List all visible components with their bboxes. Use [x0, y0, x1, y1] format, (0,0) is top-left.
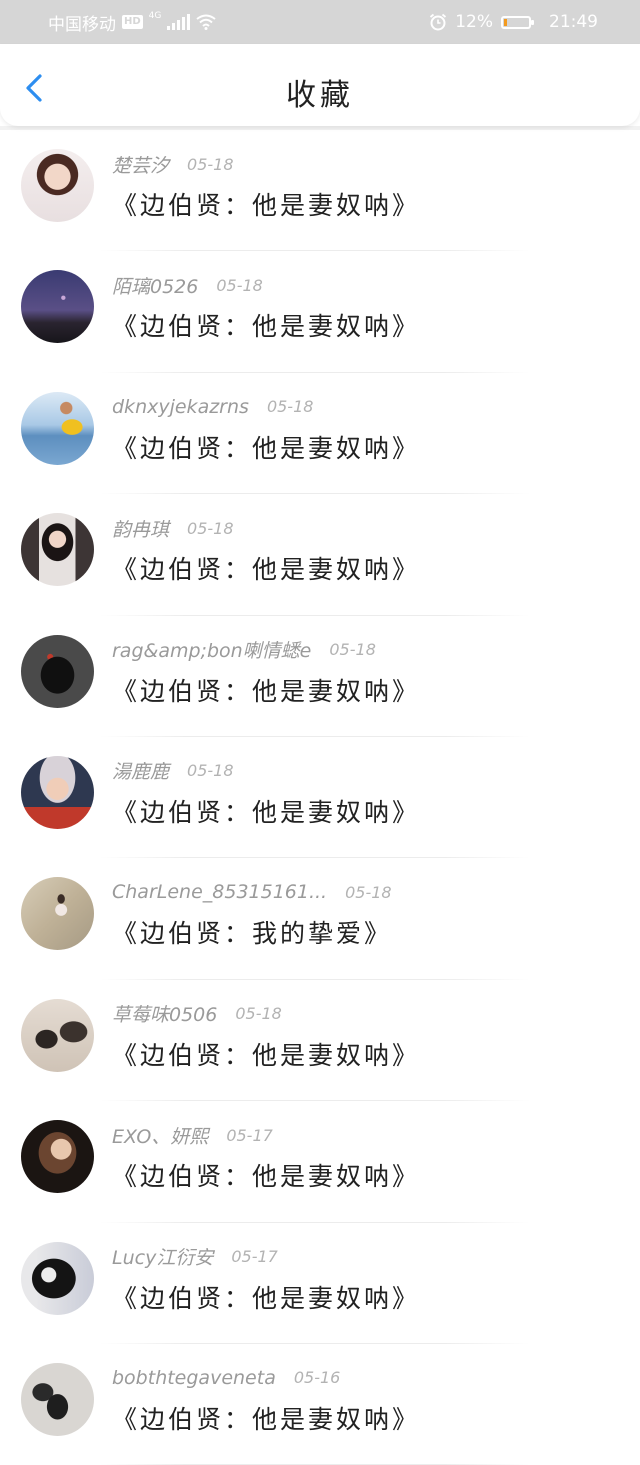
list-item[interactable]: 草莓味0506 05-18 《边伯贤：他是妻奴呐》: [0, 980, 640, 1102]
date: 05-18: [187, 154, 234, 174]
story-title[interactable]: 《边伯贤：他是妻奴呐》: [112, 550, 420, 586]
username[interactable]: CharLene_85315161...: [112, 881, 327, 903]
avatar[interactable]: [21, 391, 94, 465]
item-meta: Lucy江衍安 05-17: [112, 1243, 278, 1271]
username[interactable]: 湯鹿鹿: [112, 757, 169, 784]
date: 05-17: [231, 1247, 278, 1267]
date: 05-18: [216, 275, 263, 295]
avatar[interactable]: [21, 1362, 94, 1436]
item-meta: dknxyjekazrns 05-18: [112, 393, 313, 421]
list-item[interactable]: dknxyjekazrns 05-18 《边伯贤：他是妻奴呐》: [0, 373, 640, 495]
item-meta: 陌璃0526 05-18: [112, 271, 263, 299]
story-title[interactable]: 《边伯贤：他是妻奴呐》: [112, 1279, 420, 1315]
username[interactable]: 陌璃0526: [112, 272, 198, 299]
date: 05-16: [293, 1368, 341, 1388]
clock: 21:49: [549, 12, 598, 32]
carrier-name: 中国移动: [48, 14, 116, 35]
username[interactable]: 韵冉琪: [112, 515, 169, 542]
list-item[interactable]: CharLene_85315161... 05-18 《边伯贤：我的挚爱》: [0, 858, 640, 980]
story-title[interactable]: 《边伯贤：他是妻奴呐》: [112, 672, 420, 708]
list-item[interactable]: rag&amp;bon喇情蟋e 05-18 《边伯贤：他是妻奴呐》: [0, 616, 640, 737]
date: 05-18: [345, 882, 392, 902]
list-item[interactable]: 楚芸汐 05-18 《边伯贤：他是妻奴呐》: [0, 130, 640, 252]
item-meta: EXO、妍熙 05-17: [112, 1121, 273, 1149]
item-meta: 草莓味0506 05-18: [112, 1000, 282, 1028]
avatar[interactable]: [21, 513, 94, 587]
battery-percent: 12%: [455, 12, 493, 32]
date: 05-17: [226, 1125, 273, 1145]
avatar[interactable]: [21, 1241, 94, 1315]
username[interactable]: dknxyjekazrns: [112, 396, 249, 418]
network-type: 4G: [148, 11, 162, 21]
username[interactable]: 楚芸汐: [112, 151, 169, 178]
date: 05-18: [329, 640, 376, 660]
username[interactable]: rag&amp;bon喇情蟋e: [112, 636, 311, 663]
username[interactable]: 草莓味0506: [112, 1000, 217, 1027]
username[interactable]: Lucy江衍安: [112, 1243, 213, 1270]
story-title[interactable]: 《边伯贤：他是妻奴呐》: [112, 1157, 420, 1193]
item-meta: rag&amp;bon喇情蟋e 05-18: [112, 636, 376, 664]
story-title[interactable]: 《边伯贤：他是妻奴呐》: [112, 1036, 420, 1072]
story-title[interactable]: 《边伯贤：他是妻奴呐》: [112, 793, 420, 829]
date: 05-18: [235, 1004, 282, 1024]
signal-icon: [167, 14, 191, 30]
story-title[interactable]: 《边伯贤：他是妻奴呐》: [112, 429, 420, 465]
nav-bar: 收藏: [0, 44, 640, 126]
avatar[interactable]: [21, 877, 94, 951]
list-item[interactable]: 韵冉琪 05-18 《边伯贤：他是妻奴呐》: [0, 494, 640, 616]
item-meta: bobthtegaveneta 05-16: [112, 1364, 340, 1392]
avatar[interactable]: [21, 270, 94, 344]
avatar[interactable]: [21, 755, 94, 829]
date: 05-18: [187, 518, 234, 538]
item-meta: 韵冉琪 05-18: [112, 514, 234, 542]
battery-icon: [501, 15, 534, 29]
story-title[interactable]: 《边伯贤：他是妻奴呐》: [112, 1400, 420, 1436]
date: 05-18: [266, 397, 314, 417]
favorites-list: 楚芸汐 05-18 《边伯贤：他是妻奴呐》 陌璃0526 05-18 《边伯贤：…: [0, 130, 640, 1465]
list-item[interactable]: bobthtegaveneta 05-16 《边伯贤：他是妻奴呐》: [0, 1344, 640, 1465]
item-meta: 楚芸汐 05-18: [112, 150, 234, 178]
username[interactable]: EXO、妍熙: [112, 1122, 208, 1149]
avatar[interactable]: [21, 998, 94, 1072]
page-title: 收藏: [286, 78, 354, 113]
list-item[interactable]: EXO、妍熙 05-17 《边伯贤：他是妻奴呐》: [0, 1101, 640, 1223]
list-item[interactable]: 湯鹿鹿 05-18 《边伯贤：他是妻奴呐》: [0, 737, 640, 859]
battery-level-fill: [504, 18, 507, 26]
status-left: 中国移动 HD 4G: [48, 0, 216, 44]
date: 05-18: [187, 761, 234, 781]
item-meta: CharLene_85315161... 05-18: [112, 878, 392, 906]
avatar[interactable]: [21, 149, 94, 222]
list-item[interactable]: 陌璃0526 05-18 《边伯贤：他是妻奴呐》: [0, 251, 640, 373]
avatar[interactable]: [21, 634, 94, 708]
avatar[interactable]: [21, 1120, 94, 1194]
status-right: 12% 21:49: [429, 0, 598, 44]
alarm-icon: [430, 13, 447, 31]
username[interactable]: bobthtegaveneta: [112, 1367, 276, 1389]
story-title[interactable]: 《边伯贤：我的挚爱》: [112, 914, 392, 950]
story-title[interactable]: 《边伯贤：他是妻奴呐》: [112, 186, 420, 222]
status-bar: 中国移动 HD 4G 12% 21:49: [0, 0, 640, 44]
item-meta: 湯鹿鹿 05-18: [112, 757, 234, 785]
wifi-icon: [196, 14, 216, 30]
story-title[interactable]: 《边伯贤：他是妻奴呐》: [112, 307, 420, 343]
hd-badge: HD: [122, 15, 143, 29]
list-item[interactable]: Lucy江衍安 05-17 《边伯贤：他是妻奴呐》: [0, 1223, 640, 1344]
